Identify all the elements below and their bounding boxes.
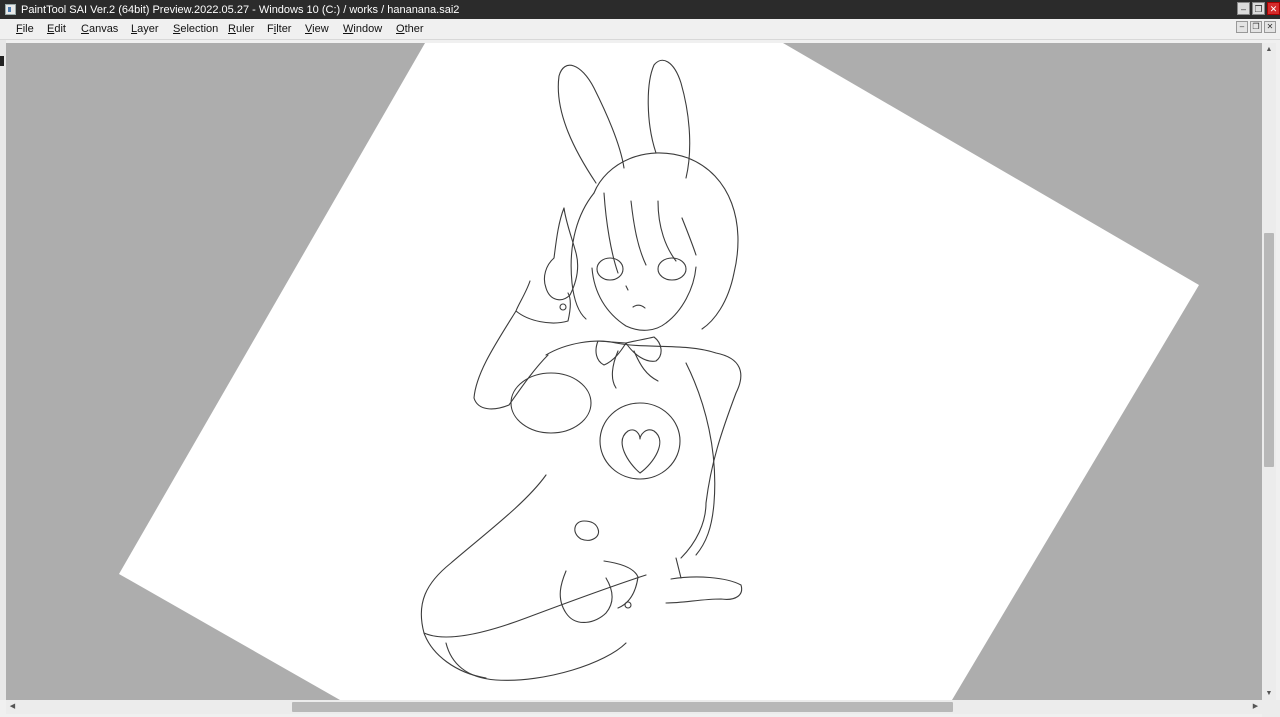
menu-window-label: indow xyxy=(353,23,383,35)
menu-layer[interactable]: Layer xyxy=(131,23,159,35)
scroll-right-button[interactable]: ▶ xyxy=(1249,700,1262,714)
menu-edit[interactable]: Edit xyxy=(47,23,66,35)
minimize-button[interactable]: – xyxy=(1237,2,1250,15)
menu-ruler-label: uler xyxy=(235,23,255,35)
menu-file-label: ile xyxy=(22,23,34,35)
menu-ruler[interactable]: Ruler xyxy=(228,23,254,35)
menu-file[interactable]: File xyxy=(16,23,34,35)
doc-close-button[interactable]: ✕ xyxy=(1264,21,1276,33)
panel-edge-marker xyxy=(0,56,4,66)
menu-view-label: iew xyxy=(312,23,329,35)
menu-ruler-accel: R xyxy=(228,23,236,35)
scrollbar-corner xyxy=(1262,700,1280,717)
horizontal-scrollbar[interactable]: ◀ ▶ xyxy=(6,700,1262,714)
menu-window[interactable]: Window xyxy=(343,23,382,35)
menu-selection-label: election xyxy=(180,23,219,35)
menu-other-label: ther xyxy=(404,23,424,35)
title-bar[interactable]: PaintTool SAI Ver.2 (64bit) Preview.2022… xyxy=(0,0,1280,19)
paper xyxy=(119,43,1199,700)
menu-view[interactable]: View xyxy=(305,23,329,35)
doc-minimize-button[interactable]: – xyxy=(1236,21,1248,33)
menu-window-accel: W xyxy=(343,23,354,35)
menu-filter-label-b: lter xyxy=(276,23,292,35)
menu-other-accel: O xyxy=(396,23,405,35)
canvas-svg xyxy=(119,43,1199,700)
menu-filter-label-a: F xyxy=(267,23,274,35)
close-button[interactable]: ✕ xyxy=(1267,2,1280,15)
scroll-left-button[interactable]: ◀ xyxy=(6,700,19,714)
doc-restore-button[interactable]: ❐ xyxy=(1250,21,1262,33)
menu-file-accel: F xyxy=(16,23,23,35)
vertical-scroll-thumb[interactable] xyxy=(1264,233,1274,467)
canvas-viewport[interactable] xyxy=(6,43,1262,700)
menu-canvas-label: anvas xyxy=(88,23,119,35)
menu-canvas-accel: C xyxy=(81,23,89,35)
menu-bar: File Edit Canvas Layer Selection Ruler F… xyxy=(0,19,1280,40)
scroll-up-button[interactable]: ▲ xyxy=(1262,43,1276,56)
restore-button[interactable]: ❐ xyxy=(1252,2,1265,15)
menu-canvas[interactable]: Canvas xyxy=(81,23,118,35)
window-title: PaintTool SAI Ver.2 (64bit) Preview.2022… xyxy=(21,3,460,16)
menu-layer-label: ayer xyxy=(137,23,159,35)
vertical-scrollbar[interactable]: ▲ ▼ xyxy=(1262,43,1276,700)
menu-edit-label: dit xyxy=(54,23,66,35)
app-icon[interactable] xyxy=(5,4,16,15)
horizontal-scroll-thumb[interactable] xyxy=(292,702,953,712)
document-window-controls: – ❐ ✕ xyxy=(1236,21,1276,33)
menu-other[interactable]: Other xyxy=(396,23,424,35)
scroll-down-button[interactable]: ▼ xyxy=(1262,687,1276,700)
menu-filter[interactable]: Filter xyxy=(267,23,291,35)
window-controls: – ❐ ✕ xyxy=(1237,2,1280,15)
menu-selection[interactable]: Selection xyxy=(173,23,218,35)
